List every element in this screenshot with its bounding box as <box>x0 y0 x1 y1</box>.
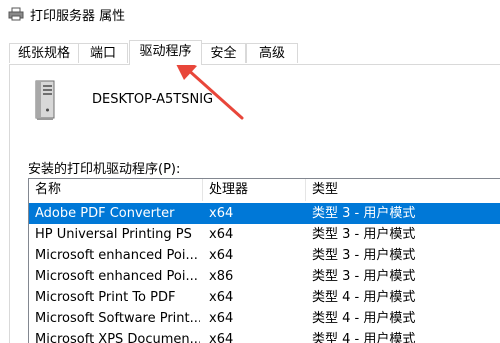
server-name: DESKTOP-A5TSNIG <box>92 92 214 107</box>
driver-type: 类型 3 - 用户模式 <box>312 206 416 221</box>
driver-processor: x86 <box>209 269 234 284</box>
driver-name: Adobe PDF Converter <box>35 206 175 221</box>
driver-name: Microsoft Print To PDF <box>35 290 176 305</box>
driver-type: 类型 4 - 用户模式 <box>312 332 416 343</box>
installed-drivers-list[interactable]: 名称 处理器 类型 Adobe PDF Converter x64 类型 3 -… <box>28 178 500 343</box>
driver-name: Microsoft XPS Documen... <box>35 332 200 343</box>
tab-ports[interactable]: 端口 <box>78 43 128 63</box>
column-header-name[interactable]: 名称 <box>29 179 202 201</box>
window-title: 打印服务器 属性 <box>30 8 126 24</box>
driver-processor: x64 <box>209 227 234 242</box>
print-server-properties-window: 打印服务器 属性 纸张规格 端口 驱动程序 安全 高级 DESKTOP-A5TS… <box>0 0 500 343</box>
printer-icon <box>8 7 24 21</box>
table-row[interactable]: HP Universal Printing PS x64 类型 3 - 用户模式 <box>29 224 500 245</box>
driver-name: HP Universal Printing PS <box>35 227 192 242</box>
driver-type: 类型 4 - 用户模式 <box>312 311 416 326</box>
list-header: 名称 处理器 类型 <box>29 179 500 201</box>
tab-drivers[interactable]: 驱动程序 <box>129 40 202 65</box>
driver-type: 类型 3 - 用户模式 <box>312 227 416 242</box>
driver-processor: x64 <box>209 248 234 263</box>
driver-name: Microsoft enhanced Poi... <box>35 248 198 263</box>
driver-type: 类型 4 - 用户模式 <box>312 290 416 305</box>
column-header-processor[interactable]: 处理器 <box>203 179 305 201</box>
driver-name: Microsoft enhanced Poi... <box>35 269 198 284</box>
table-row[interactable]: Microsoft enhanced Poi... x64 类型 3 - 用户模… <box>29 245 500 266</box>
title-bar: 打印服务器 属性 <box>0 0 500 28</box>
driver-type: 类型 3 - 用户模式 <box>312 269 416 284</box>
driver-processor: x64 <box>209 290 234 305</box>
table-row[interactable]: Microsoft Software Print... x64 类型 4 - 用… <box>29 308 500 329</box>
installed-drivers-label: 安装的打印机驱动程序(P): <box>28 162 181 177</box>
tab-paper-sizes[interactable]: 纸张规格 <box>9 43 79 63</box>
tab-advanced[interactable]: 高级 <box>246 43 298 63</box>
table-row[interactable]: Microsoft Print To PDF x64 类型 4 - 用户模式 <box>29 287 500 308</box>
column-header-type[interactable]: 类型 <box>306 179 500 201</box>
driver-name: Microsoft Software Print... <box>35 311 200 326</box>
driver-type: 类型 3 - 用户模式 <box>312 248 416 263</box>
tab-strip: 纸张规格 端口 驱动程序 安全 高级 <box>0 40 500 65</box>
tab-security[interactable]: 安全 <box>201 43 246 63</box>
server-tower-icon <box>35 80 55 120</box>
driver-processor: x64 <box>209 206 234 221</box>
driver-processor: x64 <box>209 311 234 326</box>
table-row[interactable]: Microsoft XPS Documen... x64 类型 4 - 用户模式 <box>29 329 500 343</box>
table-row-selected[interactable]: Adobe PDF Converter x64 类型 3 - 用户模式 <box>29 203 500 224</box>
driver-processor: x64 <box>209 332 234 343</box>
table-row[interactable]: Microsoft enhanced Poi... x86 类型 3 - 用户模… <box>29 266 500 287</box>
